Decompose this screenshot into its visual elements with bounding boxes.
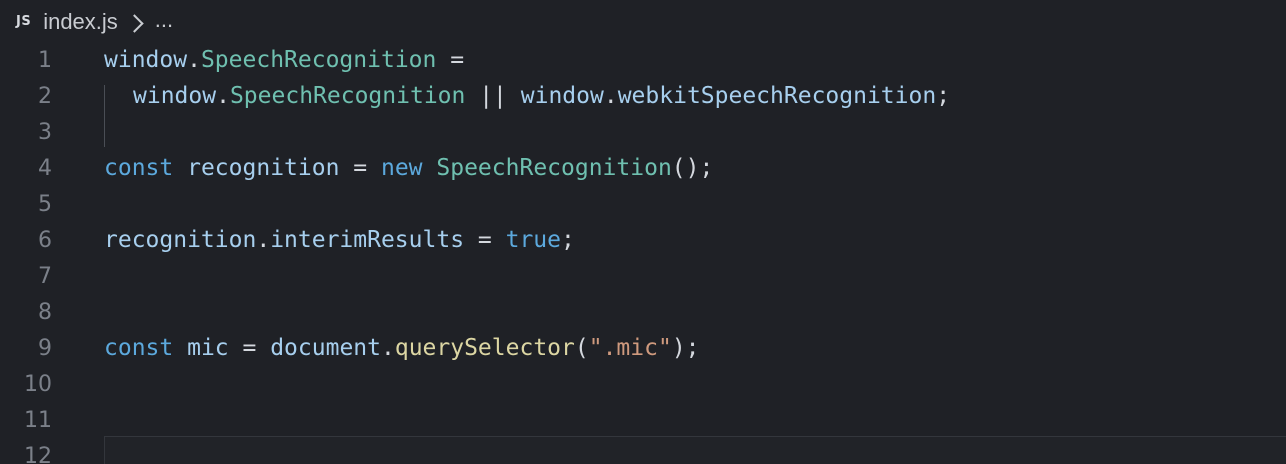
- code-token: .: [256, 227, 271, 253]
- code-token: ".mic": [588, 335, 672, 361]
- code-token: .: [603, 83, 618, 109]
- line-number: 1: [38, 47, 52, 73]
- code-line[interactable]: 12: [0, 438, 1286, 464]
- chevron-right-icon: [125, 13, 144, 33]
- line-number: 8: [38, 299, 52, 325]
- code-line[interactable]: 9 const mic = document. querySelector(".mi…: [0, 330, 1286, 366]
- code-token: webkitSpeechRecognition: [617, 83, 937, 109]
- line-number: 9: [38, 335, 52, 361]
- code-token: ||: [465, 83, 521, 109]
- javascript-file-icon: JS: [16, 13, 32, 29]
- breadcrumb-file[interactable]: index.js: [43, 9, 118, 35]
- code-token: interimResults: [270, 227, 465, 253]
- code-content[interactable]: const recognition = new SpeechRecognitio…: [104, 155, 713, 181]
- code-line[interactable]: 11: [0, 402, 1286, 438]
- code-line[interactable]: 7: [0, 258, 1286, 294]
- code-line[interactable]: 3: [0, 114, 1286, 150]
- code-content[interactable]: const mic = document. querySelector(".mic…: [104, 335, 700, 361]
- line-number: 7: [38, 263, 52, 289]
- code-token: );: [671, 335, 700, 361]
- code-token: .: [216, 83, 230, 109]
- line-number: 6: [38, 227, 52, 253]
- code-line[interactable]: 2 window. SpeechRecognition || window. webk…: [0, 78, 1286, 114]
- code-line[interactable]: 4 const recognition = new SpeechRecogniti…: [0, 150, 1286, 186]
- code-token: document: [270, 335, 381, 361]
- line-number: 2: [38, 83, 52, 109]
- code-token: =: [228, 335, 271, 361]
- code-token: const: [104, 155, 174, 181]
- code-token: =: [436, 47, 478, 73]
- code-editor[interactable]: JS index.js ... 1 window. SpeechRecognitio…: [0, 0, 1286, 464]
- code-line[interactable]: 8: [0, 294, 1286, 330]
- code-token: new: [380, 155, 423, 181]
- line-number: 12: [24, 443, 52, 464]
- breadcrumb-more[interactable]: ...: [155, 7, 173, 33]
- code-token: (: [574, 335, 589, 361]
- code-content[interactable]: recognition. interimResults = true;: [104, 227, 575, 253]
- code-line[interactable]: 5: [0, 186, 1286, 222]
- code-token: .: [380, 335, 395, 361]
- code-token: window: [133, 83, 217, 109]
- code-token: ;: [936, 83, 951, 109]
- code-token: ;: [561, 227, 575, 253]
- code-token: .: [187, 47, 201, 73]
- line-number: 3: [38, 119, 52, 145]
- code-token: ();: [671, 155, 714, 181]
- code-token: =: [464, 227, 506, 253]
- code-token: window: [104, 47, 188, 73]
- code-line[interactable]: 6 recognition. interimResults = true;: [0, 222, 1286, 258]
- code-token: SpeechRecognition: [436, 155, 672, 181]
- code-line[interactable]: 1 window. SpeechRecognition =: [0, 42, 1286, 78]
- code-token: =: [339, 155, 381, 181]
- line-number: 4: [38, 155, 52, 181]
- code-token: recognition: [187, 155, 340, 181]
- code-token: window: [520, 83, 604, 109]
- line-number: 11: [24, 407, 52, 433]
- code-token: const: [104, 335, 174, 361]
- breadcrumb: JS index.js ...: [16, 6, 173, 38]
- code-content[interactable]: window. SpeechRecognition =: [104, 47, 478, 73]
- line-number: 5: [38, 191, 52, 217]
- code-token: SpeechRecognition: [229, 83, 466, 109]
- code-token: querySelector: [394, 335, 575, 361]
- code-line[interactable]: 10: [0, 366, 1286, 402]
- code-token: true: [505, 227, 561, 253]
- code-token: SpeechRecognition: [200, 47, 437, 73]
- code-token: recognition: [104, 227, 257, 253]
- line-number: 10: [24, 371, 52, 397]
- code-token: mic: [187, 335, 229, 361]
- code-content[interactable]: window. SpeechRecognition || window. webki…: [133, 83, 950, 109]
